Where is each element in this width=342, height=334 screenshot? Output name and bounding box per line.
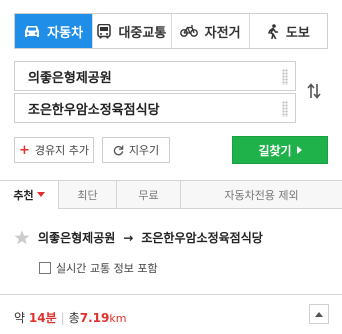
travel-time: 14분 xyxy=(28,311,57,325)
mode-car-label: 자동차 xyxy=(47,25,84,41)
tab-shortest-label: 최단 xyxy=(77,188,98,202)
clear-button[interactable]: 지우기 xyxy=(102,137,170,163)
bus-icon xyxy=(97,23,112,38)
chevron-up-icon xyxy=(315,311,323,317)
origin-drag-handle[interactable] xyxy=(282,69,288,85)
caret-down-icon xyxy=(36,192,45,197)
tab-shortest[interactable]: 최단 xyxy=(58,181,116,208)
destination-drag-handle[interactable] xyxy=(282,101,288,117)
route-option-tabs: 추천 최단 무료 자동차전용 제외 xyxy=(0,180,342,209)
search-route-button[interactable]: 길찾기 xyxy=(232,136,328,164)
route-summary-bar: 약 14분 | 총 7.19 km xyxy=(0,294,342,334)
star-icon[interactable] xyxy=(14,230,30,245)
chevron-right-icon xyxy=(296,146,302,154)
realtime-traffic-label: 실시간 교통 정보 포함 xyxy=(56,262,158,275)
mode-walk-label: 도보 xyxy=(285,25,310,41)
destination-input[interactable] xyxy=(15,94,265,122)
search-route-label: 길찾기 xyxy=(258,143,292,158)
swap-button[interactable] xyxy=(300,76,328,106)
summary-divider: | xyxy=(60,311,65,325)
tab-free-label: 무료 xyxy=(138,188,159,202)
route-from: 의좋은형제공원 xyxy=(38,231,116,245)
origin-field xyxy=(14,61,296,91)
distance-value: 7.19 xyxy=(79,311,110,325)
origin-input[interactable] xyxy=(15,62,265,90)
mode-walk-tab[interactable]: 도보 xyxy=(248,14,327,48)
mode-bike-label: 자전거 xyxy=(204,25,241,41)
route-to: 조은한우암소정육점식당 xyxy=(141,231,263,245)
transport-mode-tabs: 자동차 대중교통 자전거 도보 xyxy=(14,13,328,49)
refresh-icon xyxy=(113,144,124,155)
walking-icon xyxy=(268,23,279,39)
realtime-traffic-checkbox[interactable] xyxy=(39,262,51,274)
clear-label: 지우기 xyxy=(128,144,160,157)
realtime-traffic-option: 실시간 교통 정보 포함 xyxy=(39,260,158,276)
add-waypoint-label: 경유지 추가 xyxy=(34,144,89,157)
tab-no-expressway[interactable]: 자동차전용 제외 xyxy=(180,181,342,208)
plus-icon: + xyxy=(18,142,30,158)
route-title: 의좋은형제공원 → 조은한우암소정육점식당 xyxy=(14,229,263,246)
mode-transit-tab[interactable]: 대중교통 xyxy=(92,14,171,48)
mode-transit-label: 대중교통 xyxy=(118,25,167,41)
tab-recommended-label: 추천 xyxy=(13,188,34,202)
tab-recommended[interactable]: 추천 xyxy=(0,181,58,209)
swap-arrows-icon xyxy=(307,83,321,99)
add-waypoint-button[interactable]: + 경유지 추가 xyxy=(14,137,94,163)
tab-free[interactable]: 무료 xyxy=(116,181,180,208)
collapse-button[interactable] xyxy=(309,304,329,324)
mode-car-tab[interactable]: 자동차 xyxy=(15,14,93,48)
approx-label: 약 xyxy=(14,311,26,325)
distance-unit: km xyxy=(109,312,127,325)
car-icon xyxy=(25,25,40,37)
destination-field xyxy=(14,93,296,123)
mode-bike-tab[interactable]: 자전거 xyxy=(170,14,249,48)
total-label: 총 xyxy=(68,311,80,325)
tab-no-expressway-label: 자동차전용 제외 xyxy=(224,188,299,202)
route-summary: 약 14분 | 총 7.19 km xyxy=(14,309,126,326)
bicycle-icon xyxy=(179,25,198,37)
route-arrow: → xyxy=(123,230,134,245)
